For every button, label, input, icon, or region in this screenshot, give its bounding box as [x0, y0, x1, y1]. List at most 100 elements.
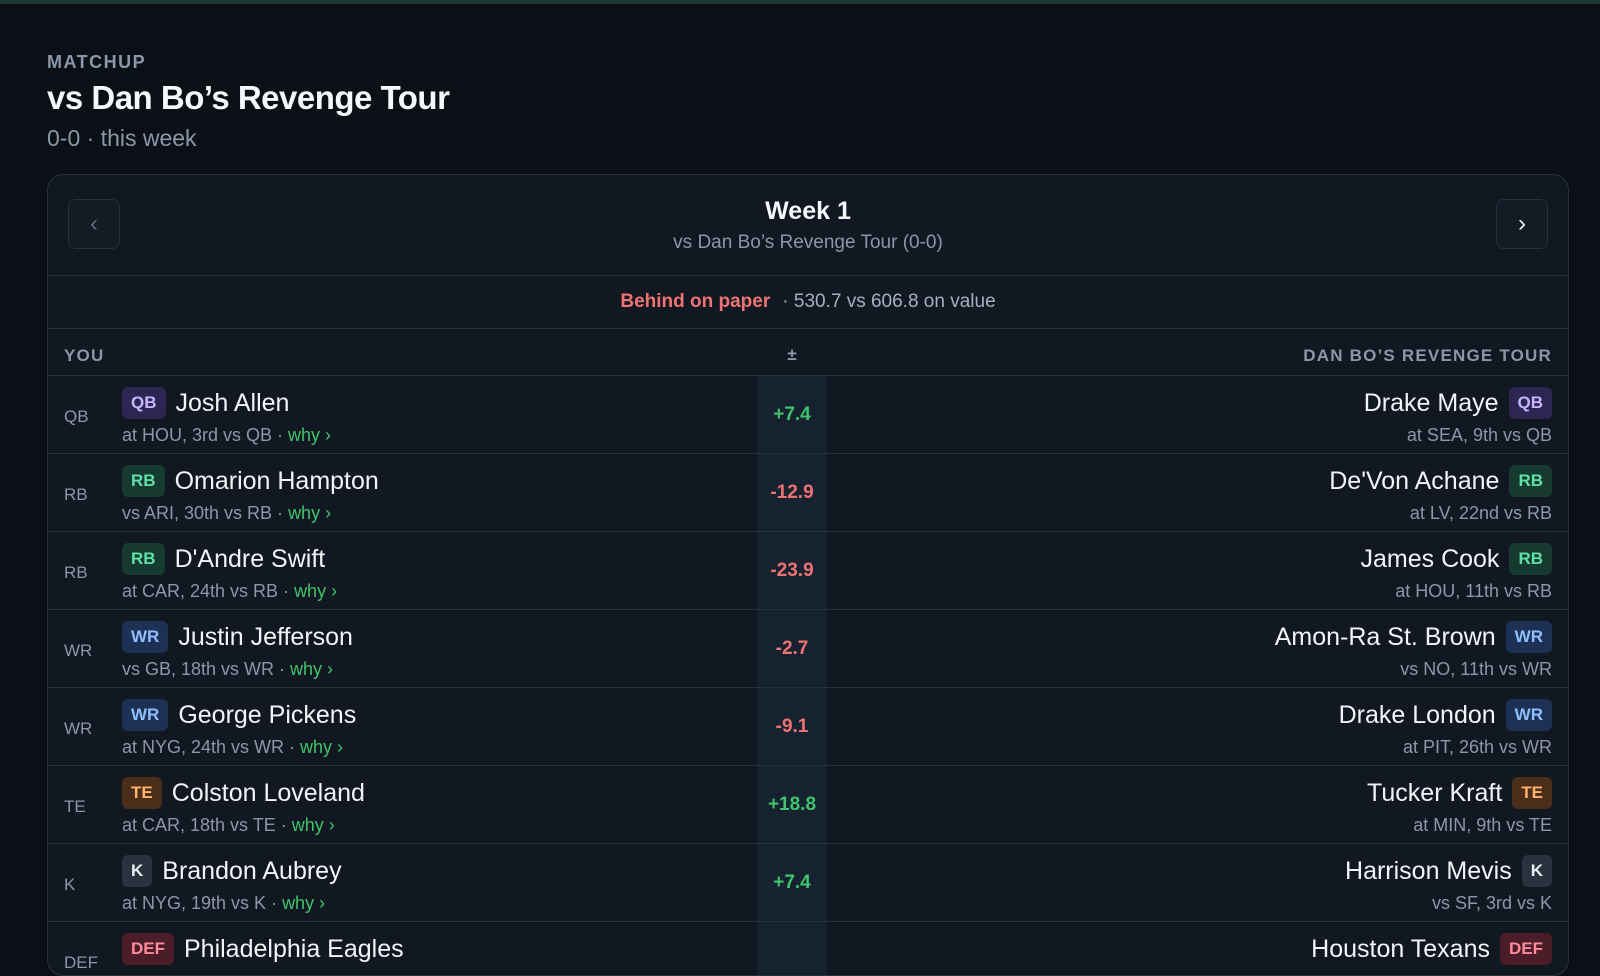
position-badge: TE: [1512, 777, 1552, 809]
opponent-player[interactable]: De'Von Achane RB at LV, 22nd vs RB: [1329, 464, 1552, 524]
player-matchup: at PIT, 26th vs WR: [1402, 737, 1552, 757]
table-row: WR WR Justin Jefferson vs GB, 18th vs WR…: [48, 610, 1568, 688]
player-name: Brandon Aubrey: [162, 856, 342, 885]
slot-label: RB: [64, 563, 88, 582]
table-row: RB RB Omarion Hampton vs ARI, 30th vs RB…: [48, 454, 1568, 532]
player-name: Drake London: [1338, 700, 1496, 729]
position-badge: RB: [122, 543, 165, 575]
position-badge: DEF: [1500, 933, 1552, 965]
opponent-player[interactable]: Tucker Kraft TE at MIN, 9th vs TE: [1367, 776, 1552, 836]
slot-label: WR: [64, 641, 93, 660]
player-name: De'Von Achane: [1329, 466, 1500, 495]
my-player[interactable]: RB D'Andre Swift at CAR, 24th vs RB · wh…: [122, 542, 337, 602]
player-matchup: vs GB, 18th vs WR ·: [122, 659, 291, 679]
table-row: DEF DEF Philadelphia Eagles Houston Texa…: [48, 922, 1568, 975]
my-player[interactable]: QB Josh Allen at HOU, 3rd vs QB · why ›: [122, 386, 331, 446]
point-delta: -9.1: [757, 688, 827, 765]
player-matchup: at CAR, 18th vs TE ·: [122, 815, 292, 835]
player-matchup: at NYG, 24th vs WR ·: [122, 737, 301, 757]
my-player[interactable]: K Brandon Aubrey at NYG, 19th vs K · why…: [122, 854, 342, 914]
position-badge: K: [122, 855, 153, 887]
player-name: Harrison Mevis: [1345, 856, 1512, 885]
projection-summary: Behind on paper · 530.7 vs 606.8 on valu…: [48, 276, 1568, 329]
player-name: Drake Maye: [1363, 388, 1499, 417]
player-name: D'Andre Swift: [174, 544, 326, 573]
player-matchup: at HOU, 3rd vs QB ·: [122, 425, 289, 445]
my-player[interactable]: TE Colston Loveland at CAR, 18th vs TE ·…: [122, 776, 365, 836]
top-accent-line: [0, 0, 1600, 4]
player-matchup: at HOU, 11th vs RB: [1395, 581, 1552, 601]
position-badge: QB: [1508, 387, 1552, 419]
opponent-player[interactable]: Houston Texans DEF: [1311, 932, 1552, 971]
matchup-record: 0-0 · this week: [47, 125, 197, 151]
slot-label: TE: [64, 797, 86, 816]
slot-label: QB: [64, 407, 89, 426]
player-matchup: vs ARI, 30th vs RB ·: [122, 503, 289, 523]
matchup-card: ‹ Week 1 vs Dan Bo’s Revenge Tour (0-0) …: [47, 174, 1569, 976]
my-player[interactable]: WR Justin Jefferson vs GB, 18th vs WR · …: [122, 620, 353, 680]
opponent-player[interactable]: Amon-Ra St. Brown WR vs NO, 11th vs WR: [1275, 620, 1552, 680]
why-link[interactable]: why ›: [282, 893, 325, 913]
opponent-player[interactable]: Drake Maye QB at SEA, 9th vs QB: [1364, 386, 1552, 446]
week-opponent: vs Dan Bo’s Revenge Tour (0-0): [673, 232, 943, 253]
slot-label: WR: [64, 719, 93, 738]
player-matchup: at NYG, 19th vs K ·: [122, 893, 283, 913]
table-row: TE TE Colston Loveland at CAR, 18th vs T…: [48, 766, 1568, 844]
table-row: RB RB D'Andre Swift at CAR, 24th vs RB ·…: [48, 532, 1568, 610]
opponent-player[interactable]: Drake London WR at PIT, 26th vs WR: [1339, 698, 1552, 758]
position-badge: WR: [1505, 621, 1552, 653]
table-row: WR WR George Pickens at NYG, 24th vs WR …: [48, 688, 1568, 766]
point-delta: +7.4: [757, 376, 827, 453]
player-name: Houston Texans: [1311, 934, 1490, 963]
position-badge: WR: [122, 699, 169, 731]
player-name: Justin Jefferson: [178, 622, 353, 651]
my-player[interactable]: WR George Pickens at NYG, 24th vs WR · w…: [122, 698, 356, 758]
player-name: Philadelphia Eagles: [184, 934, 404, 963]
player-name: Josh Allen: [175, 388, 290, 417]
point-delta: +7.4: [757, 844, 827, 921]
position-badge: TE: [122, 777, 162, 809]
position-badge: WR: [122, 621, 169, 653]
player-matchup: vs NO, 11th vs WR: [1400, 659, 1552, 679]
table-row: QB QB Josh Allen at HOU, 3rd vs QB · why…: [48, 376, 1568, 454]
my-player[interactable]: RB Omarion Hampton vs ARI, 30th vs RB · …: [122, 464, 379, 524]
status-badge: Behind on paper: [620, 291, 771, 312]
matchup-header: MATCHUP vs Dan Bo’s Revenge Tour 0-0 · t…: [47, 52, 450, 152]
position-badge: K: [1521, 855, 1552, 887]
player-matchup: at MIN, 9th vs TE: [1413, 815, 1552, 835]
opponent-player[interactable]: James Cook RB at HOU, 11th vs RB: [1360, 542, 1552, 602]
column-delta: ±: [787, 345, 797, 364]
chevron-right-icon: ›: [1518, 210, 1526, 237]
lineup-table: QB QB Josh Allen at HOU, 3rd vs QB · why…: [48, 376, 1568, 975]
player-name: Colston Loveland: [171, 778, 365, 807]
why-link[interactable]: why ›: [300, 737, 343, 757]
why-link[interactable]: why ›: [290, 659, 333, 679]
player-matchup: at LV, 22nd vs RB: [1409, 503, 1552, 523]
position-badge: QB: [122, 387, 166, 419]
point-delta: [757, 922, 827, 975]
week-navigator: ‹ Week 1 vs Dan Bo’s Revenge Tour (0-0) …: [48, 175, 1568, 276]
table-row: K K Brandon Aubrey at NYG, 19th vs K · w…: [48, 844, 1568, 922]
player-name: George Pickens: [178, 700, 357, 729]
page-title: vs Dan Bo’s Revenge Tour: [47, 79, 450, 116]
week-title: Week 1: [765, 197, 851, 225]
position-badge: RB: [1509, 543, 1552, 575]
my-player[interactable]: DEF Philadelphia Eagles: [122, 932, 404, 971]
value-comparison: · 530.7 vs 606.8 on value: [782, 291, 996, 312]
why-link[interactable]: why ›: [294, 581, 337, 601]
why-link[interactable]: why ›: [288, 503, 331, 523]
next-week-button[interactable]: ›: [1496, 199, 1548, 249]
opponent-player[interactable]: Harrison Mevis K vs SF, 3rd vs K: [1345, 854, 1552, 914]
point-delta: -12.9: [757, 454, 827, 531]
position-badge: DEF: [122, 933, 174, 965]
position-badge: WR: [1505, 699, 1552, 731]
player-name: Amon-Ra St. Brown: [1274, 622, 1496, 651]
column-you: YOU: [64, 346, 105, 365]
slot-label: DEF: [64, 953, 98, 972]
slot-label: RB: [64, 485, 88, 504]
why-link[interactable]: why ›: [292, 815, 335, 835]
column-opponent: DAN BO’S REVENGE TOUR: [1303, 346, 1552, 365]
why-link[interactable]: why ›: [288, 425, 331, 445]
position-badge: RB: [122, 465, 165, 497]
week-info: Week 1 vs Dan Bo’s Revenge Tour (0-0): [48, 197, 1568, 254]
